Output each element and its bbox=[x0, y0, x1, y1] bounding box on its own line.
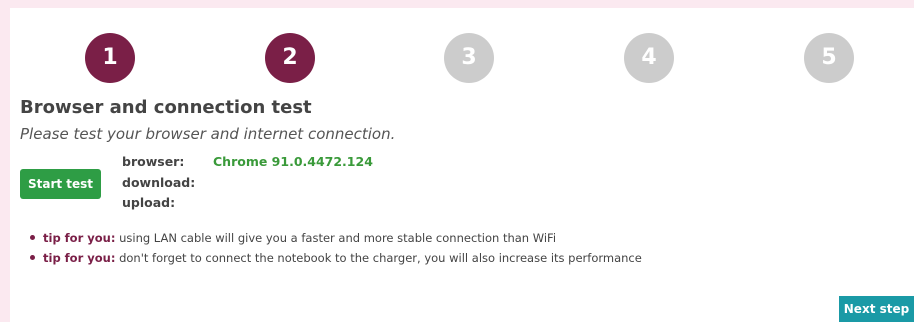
step-indicator-1: 1 bbox=[85, 33, 135, 83]
browser-value: Chrome 91.0.4472.124 bbox=[213, 154, 373, 169]
step-indicator-3: 3 bbox=[444, 33, 494, 83]
browser-label: browser: bbox=[122, 154, 185, 169]
tips-list: tip for you: using LAN cable will give y… bbox=[22, 228, 642, 268]
download-label: download: bbox=[122, 175, 196, 190]
list-item: tip for you: using LAN cable will give y… bbox=[22, 228, 642, 248]
step-indicator-2: 2 bbox=[265, 33, 315, 83]
upload-label: upload: bbox=[122, 195, 176, 210]
next-step-button[interactable]: Next step bbox=[839, 296, 914, 322]
bullet-icon bbox=[30, 235, 35, 240]
tip-text: using LAN cable will give you a faster a… bbox=[115, 231, 557, 245]
tip-label: tip for you: bbox=[43, 231, 116, 245]
tip-label: tip for you: bbox=[43, 251, 116, 265]
start-test-button[interactable]: Start test bbox=[20, 169, 101, 199]
step-indicator-5: 5 bbox=[804, 33, 854, 83]
step-indicator-4: 4 bbox=[624, 33, 674, 83]
tip-text: don't forget to connect the notebook to … bbox=[115, 251, 642, 265]
section-subtitle: Please test your browser and internet co… bbox=[20, 125, 396, 143]
list-item: tip for you: don't forget to connect the… bbox=[22, 248, 642, 268]
section-title: Browser and connection test bbox=[20, 97, 312, 118]
bullet-icon bbox=[30, 255, 35, 260]
